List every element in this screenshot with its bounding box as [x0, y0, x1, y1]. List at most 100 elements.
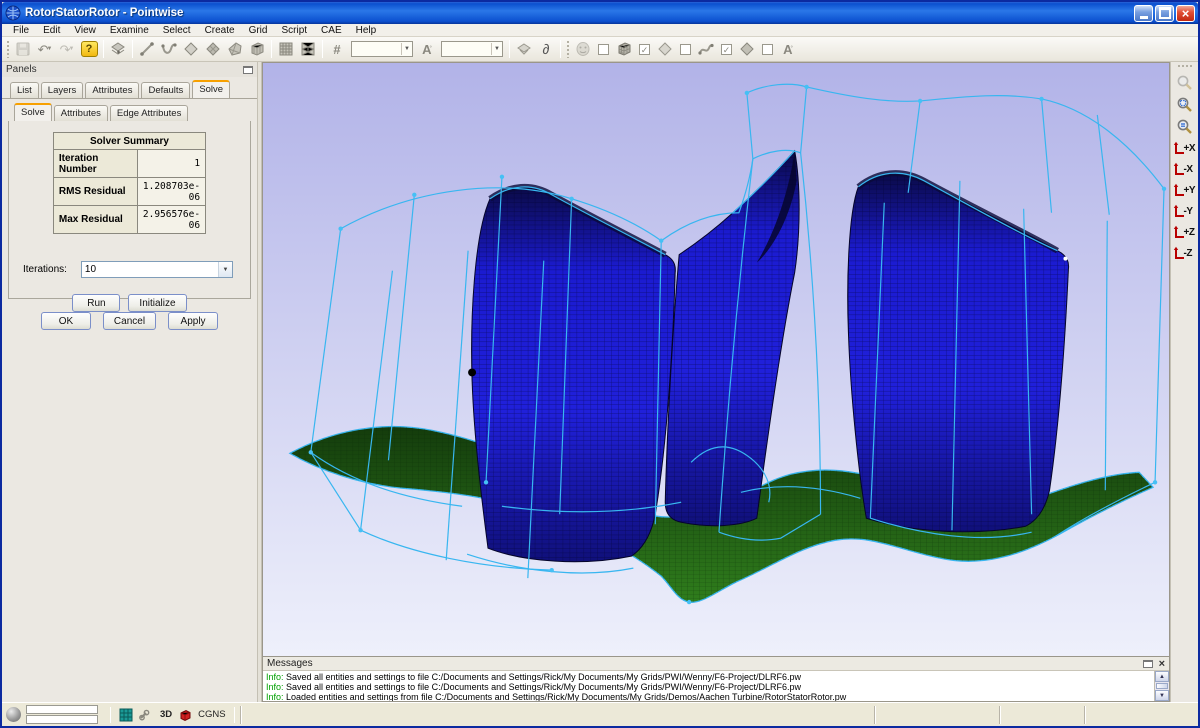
progress-field: [26, 705, 98, 714]
structured-grid-icon[interactable]: [275, 39, 297, 60]
help-icon[interactable]: ?: [78, 39, 100, 60]
messages-close-icon[interactable]: ×: [1159, 659, 1165, 669]
iteration-number-value: 1: [137, 150, 205, 178]
create-domain-shaded-icon[interactable]: [202, 39, 224, 60]
create-unstructured-domain-icon[interactable]: [224, 39, 246, 60]
subtab-edge-attributes[interactable]: Edge Attributes: [110, 105, 188, 121]
show-database-icon[interactable]: [572, 39, 594, 60]
connectors-visibility-checkbox[interactable]: ✓: [721, 44, 732, 55]
view-plus-y-button[interactable]: +Y: [1172, 180, 1198, 200]
toolbar-separator: [322, 40, 323, 58]
rms-residual-value: 1.208703e-06: [137, 178, 205, 206]
partial-derivative-icon[interactable]: ∂: [535, 39, 557, 60]
scroll-up-icon[interactable]: ▲: [1155, 671, 1169, 682]
scroll-thumb[interactable]: [1156, 683, 1168, 689]
iterations-combobox[interactable]: 10 ▼: [81, 261, 233, 278]
messages-scrollbar[interactable]: ▲ ▼: [1154, 671, 1169, 701]
view-toolbar-grip[interactable]: [1177, 64, 1193, 69]
toolbar-grip[interactable]: [566, 40, 570, 58]
subtab-attributes[interactable]: Attributes: [54, 105, 108, 121]
tab-solve[interactable]: Solve: [192, 80, 230, 98]
progress-fields: [26, 705, 98, 724]
menu-script[interactable]: Script: [274, 25, 314, 36]
close-button[interactable]: ×: [1176, 5, 1195, 22]
messages-header: Messages ×: [263, 657, 1169, 671]
view-minus-y-button[interactable]: -Y: [1172, 201, 1198, 221]
show-blocks-icon[interactable]: [613, 39, 635, 60]
show-connectors-icon[interactable]: [695, 39, 717, 60]
busy-indicator: [6, 707, 21, 722]
panel-float-icon[interactable]: [243, 66, 253, 74]
layer-stack-icon[interactable]: [107, 39, 129, 60]
panel-tab-row: List Layers Attributes Defaults Solve: [2, 77, 257, 99]
domains-visibility-checkbox[interactable]: [680, 44, 691, 55]
menu-help[interactable]: Help: [349, 25, 384, 36]
view-plus-z-button[interactable]: +Z: [1172, 222, 1198, 242]
run-button[interactable]: Run: [72, 294, 120, 312]
display-attributes-icon[interactable]: A°: [777, 39, 799, 60]
menu-cae[interactable]: CAE: [314, 25, 349, 36]
status-separator: [234, 707, 235, 723]
3d-viewport[interactable]: [262, 62, 1170, 656]
scroll-down-icon[interactable]: ▼: [1155, 690, 1169, 701]
solve-page: Solver Summary Iteration Number 1 RMS Re…: [8, 121, 251, 299]
menu-view[interactable]: View: [67, 25, 103, 36]
zoom-extents-icon[interactable]: [1173, 116, 1197, 137]
spacings-visibility-checkbox[interactable]: [762, 44, 773, 55]
restore-button[interactable]: [1155, 5, 1174, 22]
messages-float-icon[interactable]: [1143, 660, 1153, 668]
menu-edit[interactable]: Edit: [36, 25, 67, 36]
solve-panel-icon[interactable]: [513, 39, 535, 60]
toolbar-separator: [103, 40, 104, 58]
link-status-icon: [139, 709, 154, 721]
ok-button[interactable]: OK: [41, 312, 91, 330]
chevron-down-icon[interactable]: ▼: [218, 262, 232, 277]
minimize-button[interactable]: [1134, 5, 1153, 22]
status-section: [240, 706, 874, 724]
menu-file[interactable]: File: [6, 25, 36, 36]
save-icon[interactable]: [12, 39, 34, 60]
tab-layers[interactable]: Layers: [41, 82, 84, 98]
app-globe-icon: [5, 5, 21, 21]
menu-select[interactable]: Select: [156, 25, 198, 36]
log-line: Info: Saved all entities and settings to…: [266, 682, 1151, 692]
cancel-button[interactable]: Cancel: [103, 312, 156, 330]
create-connector-icon[interactable]: [136, 39, 158, 60]
create-domain-icon[interactable]: [180, 39, 202, 60]
grid-status-icon: [119, 708, 133, 722]
tab-defaults[interactable]: Defaults: [141, 82, 190, 98]
spacing-icon[interactable]: A°: [416, 39, 438, 60]
toolbar-separator: [271, 40, 272, 58]
menu-examine[interactable]: Examine: [103, 25, 156, 36]
dimension-combobox[interactable]: ▼: [351, 41, 413, 57]
window-title: RotorStatorRotor - Pointwise: [25, 7, 1132, 19]
subtab-solve[interactable]: Solve: [14, 103, 52, 121]
dimension-mode-label: 3D: [160, 709, 172, 720]
dimension-icon[interactable]: #: [326, 39, 348, 60]
database-visibility-checkbox[interactable]: [598, 44, 609, 55]
tab-list[interactable]: List: [10, 82, 39, 98]
view-minus-x-button[interactable]: -X: [1172, 159, 1198, 179]
blocks-visibility-checkbox[interactable]: ✓: [639, 44, 650, 55]
show-domains-icon[interactable]: [654, 39, 676, 60]
spacing-combobox[interactable]: ▼: [441, 41, 503, 57]
zoom-box-icon[interactable]: [1173, 94, 1197, 115]
menu-grid[interactable]: Grid: [242, 25, 275, 36]
initialize-button[interactable]: Initialize: [128, 294, 186, 312]
main-toolbar: ↶▼ ↷▼ ? # ▼: [2, 37, 1198, 62]
unstructured-grid-icon[interactable]: [297, 39, 319, 60]
tab-attributes[interactable]: Attributes: [85, 82, 139, 98]
create-curve-icon[interactable]: [158, 39, 180, 60]
apply-button[interactable]: Apply: [168, 312, 218, 330]
menu-create[interactable]: Create: [198, 25, 242, 36]
toolbar-grip[interactable]: [6, 40, 10, 58]
show-spacings-icon[interactable]: [736, 39, 758, 60]
zoom-icon[interactable]: [1173, 72, 1197, 93]
view-minus-z-button[interactable]: -Z: [1172, 243, 1198, 263]
max-residual-label: Max Residual: [53, 206, 137, 234]
status-separator: [110, 707, 111, 723]
create-block-icon[interactable]: [246, 39, 268, 60]
redo-icon[interactable]: ↷▼: [56, 39, 78, 60]
undo-icon[interactable]: ↶▼: [34, 39, 56, 60]
view-plus-x-button[interactable]: +X: [1172, 138, 1198, 158]
